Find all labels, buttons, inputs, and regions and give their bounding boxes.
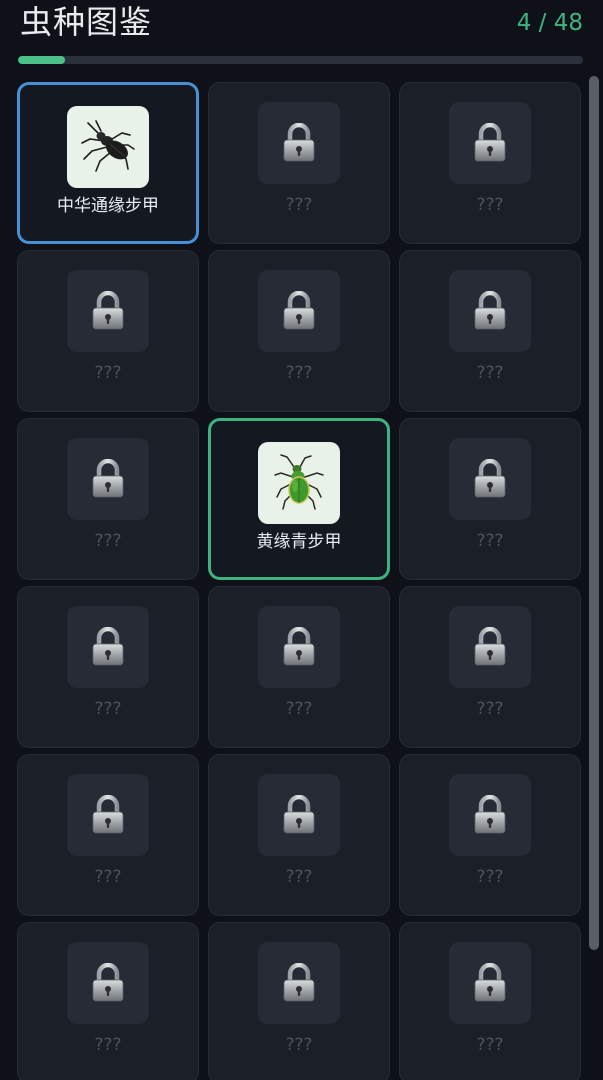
black-beetle-icon xyxy=(76,119,140,175)
lock-icon xyxy=(282,963,316,1003)
species-thumbnail xyxy=(449,606,531,688)
species-thumbnail xyxy=(67,106,149,188)
species-thumbnail xyxy=(67,270,149,352)
species-thumbnail xyxy=(258,270,340,352)
lock-icon xyxy=(282,795,316,835)
species-card-locked[interactable]: ??? xyxy=(399,586,581,748)
lock-icon xyxy=(91,291,125,331)
species-card-locked[interactable]: ??? xyxy=(399,922,581,1080)
collection-progress-bar xyxy=(18,56,583,64)
lock-icon xyxy=(91,627,125,667)
lock-icon xyxy=(473,795,507,835)
collection-progress-fill xyxy=(18,56,65,64)
species-name: ??? xyxy=(285,699,313,719)
species-card-locked[interactable]: ??? xyxy=(17,922,199,1080)
species-name: ??? xyxy=(94,867,122,887)
species-card-locked[interactable]: ??? xyxy=(17,418,199,580)
species-name: ??? xyxy=(94,1035,122,1055)
lock-icon xyxy=(91,963,125,1003)
collection-count: 4 / 48 xyxy=(516,10,583,36)
green-beetle-icon xyxy=(267,453,331,513)
species-thumbnail xyxy=(449,102,531,184)
lock-icon xyxy=(282,627,316,667)
species-name: ??? xyxy=(285,1035,313,1055)
species-thumbnail xyxy=(67,942,149,1024)
species-name: ??? xyxy=(476,531,504,551)
lock-icon xyxy=(282,123,316,163)
lock-icon xyxy=(91,795,125,835)
species-thumbnail xyxy=(449,774,531,856)
species-name: ??? xyxy=(476,1035,504,1055)
species-thumbnail xyxy=(449,270,531,352)
species-thumbnail xyxy=(258,102,340,184)
species-card-locked[interactable]: ??? xyxy=(399,82,581,244)
species-card-locked[interactable]: ??? xyxy=(399,418,581,580)
species-grid: 中华通缘步甲 ??? ??? ??? ??? ??? ??? 黄缘青步甲 ???… xyxy=(17,82,582,1080)
lock-icon xyxy=(473,123,507,163)
species-name: ??? xyxy=(285,867,313,887)
species-name: ??? xyxy=(285,195,313,215)
species-thumbnail xyxy=(258,774,340,856)
lock-icon xyxy=(91,459,125,499)
species-guide-screen: 虫种图鉴 4 / 48 中华通缘步甲 ??? ??? ??? ??? ??? ?… xyxy=(0,0,603,1080)
species-name: ??? xyxy=(94,699,122,719)
species-name: ??? xyxy=(94,363,122,383)
species-card-locked[interactable]: ??? xyxy=(17,250,199,412)
species-card-locked[interactable]: ??? xyxy=(208,82,390,244)
lock-icon xyxy=(473,963,507,1003)
lock-icon xyxy=(473,291,507,331)
species-name: 中华通缘步甲 xyxy=(57,196,159,216)
species-name: ??? xyxy=(476,363,504,383)
lock-icon xyxy=(473,459,507,499)
species-name: 黄缘青步甲 xyxy=(256,532,342,552)
species-card-locked[interactable]: ??? xyxy=(17,586,199,748)
header: 虫种图鉴 4 / 48 xyxy=(20,0,583,46)
species-name: ??? xyxy=(476,195,504,215)
species-card-unlocked[interactable]: 黄缘青步甲 xyxy=(208,418,390,580)
species-thumbnail xyxy=(449,438,531,520)
lock-icon xyxy=(473,627,507,667)
species-card-locked[interactable]: ??? xyxy=(208,586,390,748)
scrollbar[interactable] xyxy=(589,76,599,950)
species-card-locked[interactable]: ??? xyxy=(17,754,199,916)
species-thumbnail xyxy=(258,942,340,1024)
species-card-locked[interactable]: ??? xyxy=(208,754,390,916)
species-name: ??? xyxy=(476,699,504,719)
page-title: 虫种图鉴 xyxy=(20,3,153,41)
species-thumbnail xyxy=(258,442,340,524)
species-card-locked[interactable]: ??? xyxy=(399,754,581,916)
species-thumbnail xyxy=(67,438,149,520)
species-name: ??? xyxy=(94,531,122,551)
species-card-locked[interactable]: ??? xyxy=(399,250,581,412)
species-name: ??? xyxy=(476,867,504,887)
species-card-unlocked[interactable]: 中华通缘步甲 xyxy=(17,82,199,244)
species-thumbnail xyxy=(67,774,149,856)
species-thumbnail xyxy=(258,606,340,688)
lock-icon xyxy=(282,291,316,331)
species-thumbnail xyxy=(67,606,149,688)
species-card-locked[interactable]: ??? xyxy=(208,922,390,1080)
species-name: ??? xyxy=(285,363,313,383)
species-thumbnail xyxy=(449,942,531,1024)
species-card-locked[interactable]: ??? xyxy=(208,250,390,412)
